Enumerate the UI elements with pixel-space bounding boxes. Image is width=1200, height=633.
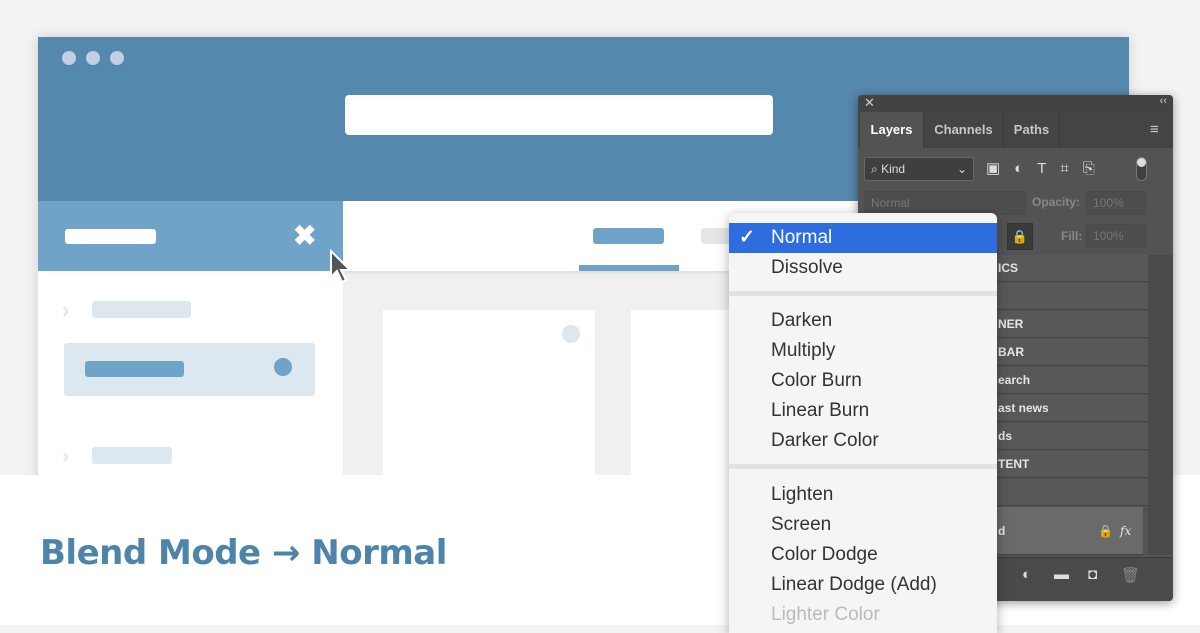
lock-icon: 🔒 — [1098, 524, 1113, 538]
chevron-right-icon: › — [62, 297, 70, 322]
checkmark-icon: ✓ — [739, 227, 755, 248]
window-dot — [62, 51, 76, 65]
nav-tab-active — [593, 228, 664, 244]
menu-item-multiply[interactable]: Multiply — [729, 336, 997, 366]
menu-item-dissolve[interactable]: Dissolve — [729, 253, 997, 283]
menu-item-screen[interactable]: Screen — [729, 510, 997, 540]
fx-icon: fx — [1120, 524, 1132, 538]
chevron-right-icon: › — [62, 443, 70, 468]
filter-icons[interactable]: ▣◐T⌗⎘ — [986, 159, 1109, 177]
collapse-icon[interactable]: ‹‹ — [1160, 95, 1167, 107]
menu-placeholder — [92, 447, 172, 464]
menu-placeholder — [92, 301, 191, 318]
tab-layers[interactable]: Layers — [860, 112, 924, 148]
window-dot — [86, 51, 100, 65]
close-icon: ✖ — [293, 220, 317, 251]
search-icon: ⌕ — [871, 162, 878, 176]
search-icon — [274, 358, 292, 376]
fill-label: Fill: — [1061, 229, 1083, 243]
card-dot — [562, 325, 580, 343]
menu-item-lighter-color[interactable]: Lighter Color — [729, 600, 997, 630]
blend-mode-select[interactable]: Normal — [864, 191, 1026, 215]
new-layer-icon[interactable]: ◘ — [1088, 566, 1097, 583]
panel-titlebar: ✕ ‹‹ — [858, 95, 1173, 112]
search-box — [64, 343, 315, 396]
menu-item-darker-color[interactable]: Darker Color — [729, 426, 997, 456]
menu-item-linear-dodge[interactable]: Linear Dodge (Add) — [729, 570, 997, 600]
opacity-input[interactable]: 100% — [1086, 191, 1146, 215]
filter-toggle[interactable] — [1136, 157, 1147, 181]
adjustment-icon[interactable]: ◐ — [1022, 566, 1031, 583]
folder-icon[interactable]: ▬ — [1054, 566, 1069, 583]
menu-item-lighten[interactable]: Lighten — [729, 480, 997, 510]
menu-separator — [729, 291, 997, 296]
filter-value: Kind — [881, 162, 906, 176]
menu-item-color-dodge[interactable]: Color Dodge — [729, 540, 997, 570]
nav-tab-underline — [579, 265, 679, 271]
menu-item-darken[interactable]: Darken — [729, 306, 997, 336]
search-placeholder — [85, 361, 184, 377]
trash-icon[interactable]: 🗑 — [1121, 566, 1140, 584]
tab-channels[interactable]: Channels — [924, 112, 1004, 148]
opacity-label: Opacity: — [1032, 195, 1081, 209]
tab-paths[interactable]: Paths — [1004, 112, 1060, 148]
blend-mode-menu: ✓ Normal Dissolve Darken Multiply Color B… — [729, 213, 997, 633]
menu-item-color-burn[interactable]: Color Burn — [729, 366, 997, 396]
menu-item-normal[interactable]: ✓ Normal — [729, 223, 997, 253]
panel-menu-icon[interactable]: ≡ — [1150, 121, 1159, 138]
cursor-arrow-icon — [330, 249, 353, 284]
close-icon[interactable]: ✕ — [864, 95, 875, 111]
lock-icon[interactable]: 🔒 — [1007, 223, 1033, 250]
layers-scrollbar[interactable] — [1148, 255, 1173, 555]
menu-separator — [729, 464, 997, 469]
fill-input[interactable]: 100% — [1086, 224, 1146, 248]
filter-kind-select[interactable]: ⌕ Kind ⌄ — [864, 157, 974, 181]
address-bar — [345, 95, 773, 135]
sidebar-header: ✖ — [38, 201, 343, 271]
sidebar-title-placeholder — [65, 229, 156, 244]
menu-item-linear-burn[interactable]: Linear Burn — [729, 396, 997, 426]
window-dot — [110, 51, 124, 65]
headline: Blend Mode → Normal — [40, 533, 447, 573]
